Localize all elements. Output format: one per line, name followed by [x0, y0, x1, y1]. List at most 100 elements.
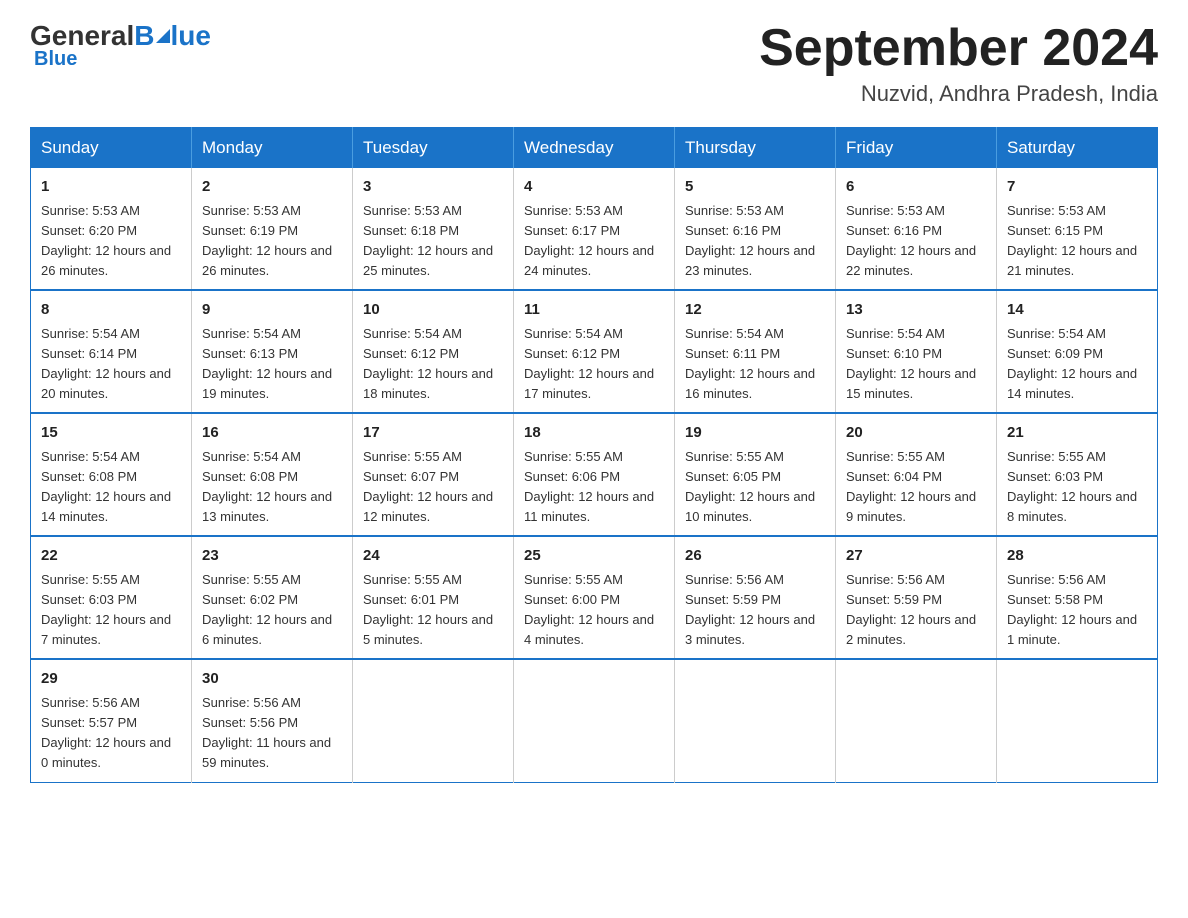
calendar-cell: 5Sunrise: 5:53 AMSunset: 6:16 PMDaylight… — [675, 168, 836, 290]
days-header-row: Sunday Monday Tuesday Wednesday Thursday… — [31, 128, 1158, 169]
day-number: 21 — [1007, 422, 1147, 445]
day-number: 8 — [41, 299, 181, 322]
day-number: 7 — [1007, 176, 1147, 199]
calendar-cell: 20Sunrise: 5:55 AMSunset: 6:04 PMDayligh… — [836, 413, 997, 536]
logo: General B lue Blue — [30, 20, 211, 71]
calendar-cell: 23Sunrise: 5:55 AMSunset: 6:02 PMDayligh… — [192, 536, 353, 659]
calendar-cell: 25Sunrise: 5:55 AMSunset: 6:00 PMDayligh… — [514, 536, 675, 659]
calendar-cell: 10Sunrise: 5:54 AMSunset: 6:12 PMDayligh… — [353, 290, 514, 413]
calendar-cell: 2Sunrise: 5:53 AMSunset: 6:19 PMDaylight… — [192, 168, 353, 290]
day-number: 11 — [524, 299, 664, 322]
day-info: Sunrise: 5:53 AMSunset: 6:20 PMDaylight:… — [41, 201, 181, 282]
day-info: Sunrise: 5:55 AMSunset: 6:03 PMDaylight:… — [1007, 447, 1147, 528]
calendar-cell: 12Sunrise: 5:54 AMSunset: 6:11 PMDayligh… — [675, 290, 836, 413]
day-number: 25 — [524, 545, 664, 568]
day-info: Sunrise: 5:54 AMSunset: 6:08 PMDaylight:… — [41, 447, 181, 528]
title-area: September 2024 Nuzvid, Andhra Pradesh, I… — [759, 20, 1158, 107]
header-tuesday: Tuesday — [353, 128, 514, 169]
calendar-cell: 15Sunrise: 5:54 AMSunset: 6:08 PMDayligh… — [31, 413, 192, 536]
day-info: Sunrise: 5:56 AMSunset: 5:58 PMDaylight:… — [1007, 570, 1147, 651]
week-row-3: 15Sunrise: 5:54 AMSunset: 6:08 PMDayligh… — [31, 413, 1158, 536]
calendar-table: Sunday Monday Tuesday Wednesday Thursday… — [30, 127, 1158, 782]
calendar-cell: 30Sunrise: 5:56 AMSunset: 5:56 PMDayligh… — [192, 659, 353, 782]
day-number: 17 — [363, 422, 503, 445]
calendar-cell: 16Sunrise: 5:54 AMSunset: 6:08 PMDayligh… — [192, 413, 353, 536]
day-number: 14 — [1007, 299, 1147, 322]
logo-triangle-icon — [156, 29, 170, 43]
day-info: Sunrise: 5:55 AMSunset: 6:07 PMDaylight:… — [363, 447, 503, 528]
week-row-2: 8Sunrise: 5:54 AMSunset: 6:14 PMDaylight… — [31, 290, 1158, 413]
calendar-cell: 11Sunrise: 5:54 AMSunset: 6:12 PMDayligh… — [514, 290, 675, 413]
day-info: Sunrise: 5:56 AMSunset: 5:59 PMDaylight:… — [846, 570, 986, 651]
day-number: 2 — [202, 176, 342, 199]
day-info: Sunrise: 5:55 AMSunset: 6:03 PMDaylight:… — [41, 570, 181, 651]
calendar-cell: 14Sunrise: 5:54 AMSunset: 6:09 PMDayligh… — [997, 290, 1158, 413]
calendar-cell — [514, 659, 675, 782]
calendar-cell: 19Sunrise: 5:55 AMSunset: 6:05 PMDayligh… — [675, 413, 836, 536]
calendar-cell: 4Sunrise: 5:53 AMSunset: 6:17 PMDaylight… — [514, 168, 675, 290]
week-row-1: 1Sunrise: 5:53 AMSunset: 6:20 PMDaylight… — [31, 168, 1158, 290]
day-number: 18 — [524, 422, 664, 445]
calendar-cell: 3Sunrise: 5:53 AMSunset: 6:18 PMDaylight… — [353, 168, 514, 290]
day-number: 13 — [846, 299, 986, 322]
page-header: General B lue Blue September 2024 Nuzvid… — [30, 20, 1158, 107]
day-number: 19 — [685, 422, 825, 445]
day-info: Sunrise: 5:54 AMSunset: 6:14 PMDaylight:… — [41, 324, 181, 405]
calendar-cell: 27Sunrise: 5:56 AMSunset: 5:59 PMDayligh… — [836, 536, 997, 659]
calendar-cell: 8Sunrise: 5:54 AMSunset: 6:14 PMDaylight… — [31, 290, 192, 413]
day-number: 22 — [41, 545, 181, 568]
day-number: 10 — [363, 299, 503, 322]
day-info: Sunrise: 5:53 AMSunset: 6:15 PMDaylight:… — [1007, 201, 1147, 282]
day-number: 28 — [1007, 545, 1147, 568]
day-info: Sunrise: 5:56 AMSunset: 5:57 PMDaylight:… — [41, 693, 181, 774]
header-monday: Monday — [192, 128, 353, 169]
calendar-cell: 28Sunrise: 5:56 AMSunset: 5:58 PMDayligh… — [997, 536, 1158, 659]
day-number: 26 — [685, 545, 825, 568]
day-info: Sunrise: 5:55 AMSunset: 6:06 PMDaylight:… — [524, 447, 664, 528]
day-info: Sunrise: 5:53 AMSunset: 6:17 PMDaylight:… — [524, 201, 664, 282]
day-number: 27 — [846, 545, 986, 568]
day-number: 30 — [202, 668, 342, 691]
day-info: Sunrise: 5:55 AMSunset: 6:00 PMDaylight:… — [524, 570, 664, 651]
day-number: 29 — [41, 668, 181, 691]
location-subtitle: Nuzvid, Andhra Pradesh, India — [759, 81, 1158, 107]
header-sunday: Sunday — [31, 128, 192, 169]
calendar-cell: 24Sunrise: 5:55 AMSunset: 6:01 PMDayligh… — [353, 536, 514, 659]
day-number: 9 — [202, 299, 342, 322]
calendar-cell: 7Sunrise: 5:53 AMSunset: 6:15 PMDaylight… — [997, 168, 1158, 290]
day-info: Sunrise: 5:54 AMSunset: 6:10 PMDaylight:… — [846, 324, 986, 405]
logo-subtitle: Blue — [34, 48, 77, 71]
day-info: Sunrise: 5:56 AMSunset: 5:56 PMDaylight:… — [202, 693, 342, 774]
day-info: Sunrise: 5:54 AMSunset: 6:12 PMDaylight:… — [363, 324, 503, 405]
day-number: 5 — [685, 176, 825, 199]
day-info: Sunrise: 5:53 AMSunset: 6:16 PMDaylight:… — [685, 201, 825, 282]
week-row-4: 22Sunrise: 5:55 AMSunset: 6:03 PMDayligh… — [31, 536, 1158, 659]
calendar-cell: 22Sunrise: 5:55 AMSunset: 6:03 PMDayligh… — [31, 536, 192, 659]
day-info: Sunrise: 5:54 AMSunset: 6:08 PMDaylight:… — [202, 447, 342, 528]
day-number: 4 — [524, 176, 664, 199]
day-info: Sunrise: 5:54 AMSunset: 6:12 PMDaylight:… — [524, 324, 664, 405]
calendar-cell — [997, 659, 1158, 782]
calendar-cell: 6Sunrise: 5:53 AMSunset: 6:16 PMDaylight… — [836, 168, 997, 290]
day-info: Sunrise: 5:54 AMSunset: 6:13 PMDaylight:… — [202, 324, 342, 405]
day-info: Sunrise: 5:54 AMSunset: 6:09 PMDaylight:… — [1007, 324, 1147, 405]
day-info: Sunrise: 5:55 AMSunset: 6:02 PMDaylight:… — [202, 570, 342, 651]
header-wednesday: Wednesday — [514, 128, 675, 169]
calendar-cell: 18Sunrise: 5:55 AMSunset: 6:06 PMDayligh… — [514, 413, 675, 536]
calendar-cell: 26Sunrise: 5:56 AMSunset: 5:59 PMDayligh… — [675, 536, 836, 659]
calendar-cell — [353, 659, 514, 782]
day-info: Sunrise: 5:53 AMSunset: 6:19 PMDaylight:… — [202, 201, 342, 282]
day-info: Sunrise: 5:53 AMSunset: 6:18 PMDaylight:… — [363, 201, 503, 282]
day-info: Sunrise: 5:55 AMSunset: 6:05 PMDaylight:… — [685, 447, 825, 528]
logo-lue-text: lue — [171, 20, 211, 52]
calendar-cell: 1Sunrise: 5:53 AMSunset: 6:20 PMDaylight… — [31, 168, 192, 290]
week-row-5: 29Sunrise: 5:56 AMSunset: 5:57 PMDayligh… — [31, 659, 1158, 782]
day-number: 20 — [846, 422, 986, 445]
day-number: 12 — [685, 299, 825, 322]
day-number: 16 — [202, 422, 342, 445]
day-number: 24 — [363, 545, 503, 568]
day-info: Sunrise: 5:55 AMSunset: 6:04 PMDaylight:… — [846, 447, 986, 528]
logo-b-letter: B — [134, 20, 154, 52]
header-friday: Friday — [836, 128, 997, 169]
calendar-cell: 21Sunrise: 5:55 AMSunset: 6:03 PMDayligh… — [997, 413, 1158, 536]
